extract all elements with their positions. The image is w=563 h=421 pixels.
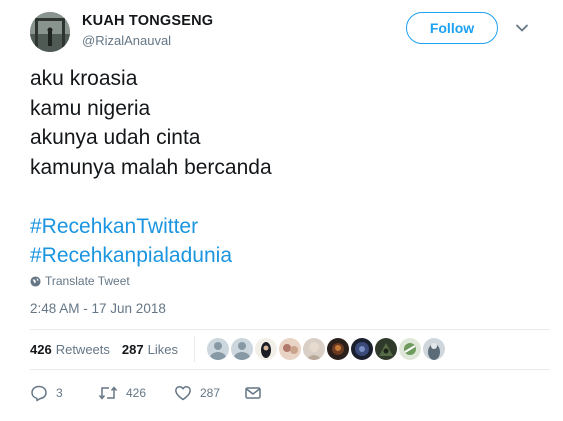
tweet-line: akunya udah cinta xyxy=(30,126,201,149)
tweet-stats: 426 Retweets 287 Likes xyxy=(30,336,445,362)
liker-avatar[interactable] xyxy=(230,338,253,360)
hashtag-link[interactable]: #Recehkanpialadunia xyxy=(30,241,272,271)
tweet-line: kamunya malah bercanda xyxy=(30,155,272,179)
envelope-icon xyxy=(245,387,261,399)
retweets-count: 426 xyxy=(30,341,52,357)
translate-tweet-link[interactable]: Translate Tweet xyxy=(30,274,130,288)
reply-icon xyxy=(31,385,47,402)
tweet-header: KUAH TONGSENG @RizalAnauval Follow xyxy=(30,10,550,54)
user-handle[interactable]: @RizalAnauval xyxy=(82,33,171,48)
like-button[interactable]: 287 xyxy=(174,384,244,402)
tweet-actions: 3 426 287 xyxy=(30,383,262,403)
liker-avatar[interactable] xyxy=(398,338,421,360)
translate-label[interactable]: Translate Tweet xyxy=(45,274,130,288)
liker-avatar[interactable] xyxy=(254,338,277,360)
likes-count: 287 xyxy=(121,341,144,357)
liker-avatar[interactable] xyxy=(278,338,301,360)
globe-icon xyxy=(30,275,41,287)
tweet-text: aku kroasia kamu nigeria akunya udah cin… xyxy=(30,64,272,271)
hashtag-link[interactable]: #RecehkanTwitter xyxy=(30,212,272,242)
liker-avatar[interactable] xyxy=(206,338,229,360)
reply-count: 3 xyxy=(56,386,63,400)
follow-button[interactable]: Follow xyxy=(406,12,498,44)
retweet-button[interactable]: 426 xyxy=(98,384,174,402)
tweet-line: aku kroasia xyxy=(30,67,138,90)
retweets-label: Retweets xyxy=(55,341,110,357)
tweet-line: kamu nigeria xyxy=(30,96,151,120)
divider xyxy=(30,369,550,370)
timestamp[interactable]: 2:48 AM - 17 Jun 2018 xyxy=(30,301,166,316)
likes-label: Likes xyxy=(147,341,178,357)
direct-message-button[interactable] xyxy=(244,384,262,402)
retweet-icon xyxy=(98,386,118,400)
liker-avatar[interactable] xyxy=(374,338,397,360)
liker-avatar[interactable] xyxy=(326,338,349,360)
liker-avatar[interactable] xyxy=(302,338,325,360)
divider xyxy=(30,329,550,330)
divider xyxy=(193,336,195,362)
display-name[interactable]: KUAH TONGSENG xyxy=(82,13,213,29)
liker-avatars xyxy=(206,338,445,360)
reply-button[interactable]: 3 xyxy=(30,384,98,402)
liker-avatar[interactable] xyxy=(422,338,445,360)
like-count: 287 xyxy=(200,386,221,400)
chevron-down-icon[interactable] xyxy=(514,20,530,36)
retweets-stat[interactable]: 426 Retweets xyxy=(30,342,110,357)
heart-icon xyxy=(175,385,191,401)
retweet-count: 426 xyxy=(126,386,147,400)
liker-avatar[interactable] xyxy=(350,338,373,360)
avatar[interactable] xyxy=(30,12,70,52)
likes-stat[interactable]: 287 Likes xyxy=(122,342,178,357)
